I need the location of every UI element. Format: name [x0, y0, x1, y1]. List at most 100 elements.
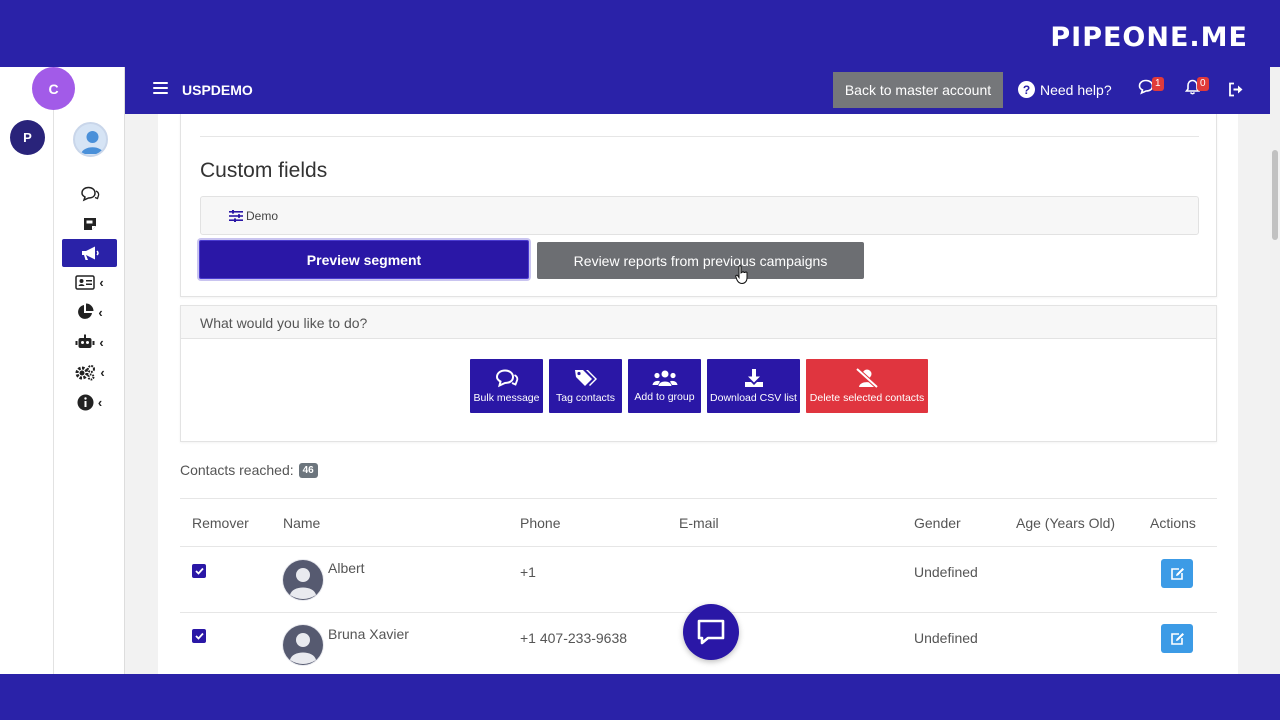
logout-button[interactable] — [1228, 82, 1244, 97]
bulk-actions-title: What would you like to do? — [200, 315, 368, 331]
filter-label: Demo — [229, 209, 278, 223]
account-name: USPDEMO — [182, 82, 253, 98]
top-navbar: USPDEMO Back to master account ? Need he… — [125, 67, 1280, 114]
user-silhouette-icon — [283, 560, 323, 600]
logout-icon — [1229, 82, 1243, 97]
add-to-group-button[interactable]: Add to group — [628, 359, 701, 413]
bulk-message-label: Bulk message — [473, 391, 540, 404]
delete-selected-contacts-label: Delete selected contacts — [809, 392, 925, 404]
user-slash-icon — [855, 368, 879, 388]
live-chat-button[interactable] — [683, 604, 739, 660]
row-select-checkbox[interactable] — [192, 564, 206, 578]
hand-cursor-icon — [735, 265, 748, 285]
note-icon — [83, 218, 96, 230]
contacts-reached-count: 46 — [298, 462, 318, 478]
bottom-band — [0, 674, 1280, 720]
download-csv-button[interactable]: Download CSV list — [707, 359, 800, 413]
column-actions: Actions — [1150, 515, 1196, 531]
review-reports-button[interactable]: Review reports from previous campaigns — [537, 242, 864, 279]
app-window: P C ‹ ‹ ‹ ‹ ‹ USPDEMO Back to master acc… — [0, 67, 1280, 674]
checkmark-icon — [194, 632, 204, 640]
sidebar-item-contacts[interactable]: ‹ — [54, 267, 125, 297]
contact-gender: Undefined — [914, 630, 978, 646]
add-to-group-label: Add to group — [634, 391, 695, 403]
contact-name: Bruna Xavier — [328, 626, 409, 642]
contact-name: Albert — [328, 560, 365, 576]
megaphone-icon — [81, 246, 99, 260]
need-help-label: Need help? — [1040, 81, 1112, 98]
bulk-message-button[interactable]: Bulk message — [470, 359, 543, 413]
row-select-checkbox[interactable] — [192, 629, 206, 643]
download-csv-label: Download CSV list — [710, 392, 797, 404]
chevron-left-icon: ‹ — [100, 364, 105, 380]
contacts-reached-label: Contacts reached: — [180, 462, 294, 478]
column-gender: Gender — [914, 515, 961, 531]
user-silhouette-icon — [283, 625, 323, 665]
contact-gender: Undefined — [914, 564, 978, 580]
bulk-actions-card: What would you like to do? Bulk message — [180, 305, 1217, 442]
column-email: E-mail — [679, 515, 719, 531]
sidebar-item-reports[interactable]: ‹ — [54, 297, 125, 327]
sidebar-item-notes[interactable] — [54, 209, 125, 239]
edit-icon — [1170, 567, 1184, 580]
tags-icon — [574, 370, 597, 386]
chevron-left-icon: ‹ — [98, 304, 103, 320]
contact-card-icon — [75, 274, 96, 290]
account-avatar[interactable]: C — [32, 67, 75, 110]
filter-label-text: Demo — [246, 209, 279, 223]
top-band: PIPEONE.ME — [0, 0, 1280, 67]
sidebar-item-settings[interactable]: ‹ — [54, 357, 125, 387]
page-scrollbar[interactable] — [1270, 67, 1280, 674]
notifications-count-badge: 0 — [1197, 77, 1209, 91]
gears-icon — [75, 364, 96, 380]
chat-bubble-icon — [697, 619, 725, 645]
sliders-icon — [229, 210, 243, 222]
download-icon — [744, 369, 763, 387]
table-header: Remover Name Phone E-mail Gender Age (Ye… — [180, 498, 1217, 547]
edit-contact-button[interactable] — [1161, 624, 1193, 653]
brand-logo: PIPEONE.ME — [1050, 22, 1248, 53]
account-rail: P — [0, 67, 54, 674]
contacts-reached: Contacts reached: 46 — [180, 462, 318, 478]
sidebar-item-bots[interactable]: ‹ — [54, 327, 125, 357]
need-help-link[interactable]: ? Need help? — [1018, 81, 1112, 98]
table-row: Albert +1 Undefined — [180, 547, 1217, 613]
sidebar-item-chat[interactable] — [54, 179, 125, 209]
notifications-button[interactable]: 0 — [1185, 77, 1209, 95]
question-icon: ? — [1018, 81, 1035, 98]
avatar — [282, 559, 324, 601]
sidebar-item-info[interactable]: ‹ — [54, 387, 125, 417]
chevron-left-icon: ‹ — [97, 394, 103, 410]
hamburger-icon[interactable] — [153, 82, 168, 96]
edit-contact-button[interactable] — [1161, 559, 1193, 588]
chat-icon — [495, 368, 518, 387]
bulk-actions-header: What would you like to do? — [181, 306, 1216, 339]
custom-field-filter[interactable]: Demo — [200, 196, 1199, 235]
user-avatar[interactable] — [73, 122, 108, 157]
tag-contacts-button[interactable]: Tag contacts — [549, 359, 622, 413]
chevron-left-icon: ‹ — [99, 274, 104, 290]
scrollbar-thumb[interactable] — [1272, 150, 1278, 240]
info-icon — [77, 394, 94, 410]
contact-phone: +1 — [520, 564, 536, 580]
user-icon — [81, 131, 104, 154]
column-phone: Phone — [520, 515, 561, 531]
messages-count-badge: 1 — [1152, 77, 1164, 91]
sidebar-item-campaigns[interactable] — [62, 239, 117, 267]
sidebar: C ‹ ‹ ‹ ‹ ‹ — [32, 67, 125, 674]
bulk-actions-toolbar: Bulk message Tag contacts Add to group D… — [470, 359, 928, 413]
custom-fields-title: Custom fields — [200, 159, 328, 182]
preview-segment-button[interactable]: Preview segment — [199, 240, 529, 279]
account-switch-p[interactable]: P — [10, 120, 45, 155]
checkmark-icon — [194, 567, 204, 575]
chat-icon — [80, 186, 99, 202]
delete-selected-contacts-button[interactable]: Delete selected contacts — [806, 359, 928, 413]
tag-contacts-label: Tag contacts — [556, 392, 615, 404]
edit-icon — [1170, 632, 1184, 645]
column-remover: Remover — [192, 515, 249, 531]
chevron-left-icon: ‹ — [99, 334, 104, 350]
back-to-master-button[interactable]: Back to master account — [833, 72, 1003, 108]
column-name: Name — [283, 515, 321, 531]
messages-button[interactable]: 1 — [1138, 77, 1164, 95]
sidebar-menu: ‹ ‹ ‹ ‹ ‹ — [54, 179, 125, 417]
